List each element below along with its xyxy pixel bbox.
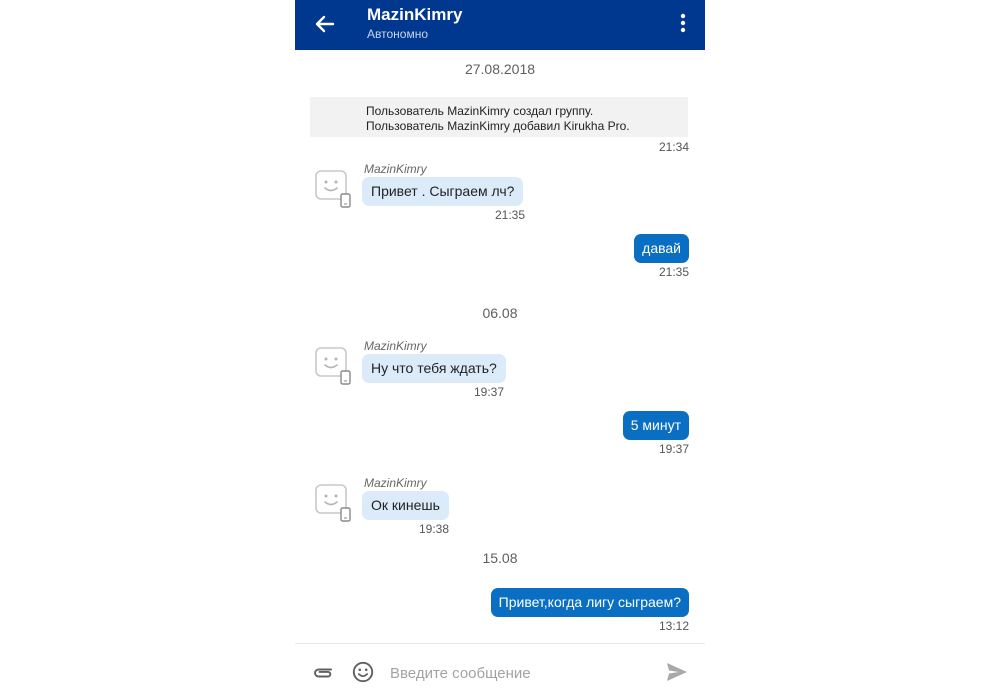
outgoing-message[interactable]: давай <box>634 234 689 263</box>
sender-name: MazinKimry <box>364 476 427 490</box>
sender-name: MazinKimry <box>364 162 427 176</box>
chat-status: Автономно <box>367 27 429 41</box>
paperclip-icon <box>314 668 332 678</box>
message-time: 19:37 <box>658 442 689 456</box>
date-separator: 27.08.2018 <box>464 61 536 77</box>
smiley-avatar-icon <box>315 484 351 522</box>
date-separator: 06.08 <box>482 305 518 321</box>
system-message-line: Пользователь MazinKimry создал группу. <box>366 104 594 118</box>
smiley-avatar-icon <box>315 170 351 208</box>
chat-title: MazinKimry <box>367 5 463 24</box>
chat-header: MazinKimry Автономно <box>295 0 705 50</box>
avatar[interactable] <box>315 482 351 522</box>
back-button[interactable] <box>309 9 339 39</box>
message-list[interactable]: 27.08.2018 Пользователь MazinKimry созда… <box>295 50 705 643</box>
menu-button[interactable] <box>671 10 695 40</box>
arrow-left-icon <box>315 15 335 33</box>
system-message-line: Пользователь MazinKimry добавил Kirukha … <box>366 119 630 133</box>
avatar[interactable] <box>315 168 351 208</box>
message-time: 19:38 <box>419 522 450 536</box>
message-time: 13:12 <box>658 619 689 633</box>
avatar[interactable] <box>315 345 351 385</box>
system-message: Пользователь MazinKimry создал группу. П… <box>310 97 688 137</box>
incoming-message[interactable]: Привет . Сыграем лч? <box>362 177 524 206</box>
emoji-button[interactable] <box>352 661 374 683</box>
message-composer <box>295 643 705 700</box>
attach-button[interactable] <box>312 663 334 683</box>
chat-screen: MazinKimry Автономно 27.08.2018 Пользова… <box>295 0 705 700</box>
incoming-message[interactable]: Ок кинешь <box>362 491 449 520</box>
message-time: 19:37 <box>474 385 505 399</box>
incoming-message[interactable]: Ну что тебя ждать? <box>362 354 506 383</box>
outgoing-message[interactable]: 5 минут <box>622 411 689 440</box>
send-button[interactable] <box>665 661 689 683</box>
message-input[interactable] <box>390 657 640 689</box>
message-time: 21:35 <box>495 208 526 222</box>
message-time: 21:35 <box>658 265 689 279</box>
message-time: 21:34 <box>658 140 689 154</box>
send-icon <box>667 663 687 681</box>
date-separator: 15.08 <box>482 550 518 566</box>
smiley-avatar-icon <box>315 347 351 385</box>
sender-name: MazinKimry <box>364 339 427 353</box>
smiley-icon <box>352 661 374 683</box>
more-vertical-icon <box>680 13 686 33</box>
outgoing-message[interactable]: Привет,когда лигу сыграем? <box>490 588 689 617</box>
